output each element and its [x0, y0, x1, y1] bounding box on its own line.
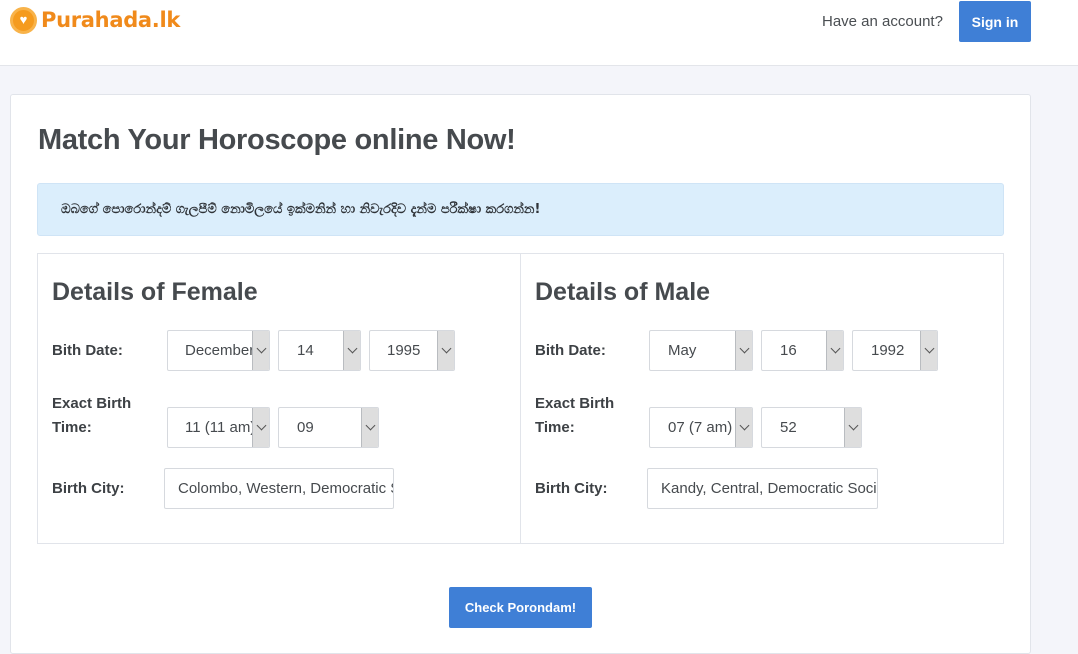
- male-year-select[interactable]: 1992: [852, 330, 938, 371]
- male-day-value: 16: [780, 342, 797, 359]
- female-hour-select[interactable]: 11 (11 am): [167, 407, 270, 448]
- top-navbar: ♥ Purahada.lk Have an account? Sign in: [0, 0, 1078, 66]
- female-birth-date-label: Bith Date:: [52, 342, 123, 359]
- male-year-value: 1992: [871, 342, 905, 359]
- chevron-down-icon: [252, 331, 269, 370]
- female-day-value: 14: [297, 342, 314, 359]
- female-month-select[interactable]: December: [167, 330, 270, 371]
- male-birth-city-input[interactable]: Kandy, Central, Democratic Socialist Rep…: [647, 468, 878, 509]
- male-hour-value: 07 (7 am): [668, 419, 733, 436]
- female-year-value: 1995: [387, 342, 421, 359]
- logo-text: Purahada.lk: [41, 8, 181, 32]
- sign-in-button[interactable]: Sign in: [959, 1, 1031, 42]
- male-month-value: May: [668, 342, 697, 359]
- info-alert: ඔබගේ පොරොන්දම් ගැලපීම් නොමිලයේ ඉක්මනින් …: [37, 183, 1004, 236]
- female-birth-city-label: Birth City:: [52, 480, 125, 497]
- female-birth-time-label-line1: Exact Birth: [52, 395, 132, 412]
- male-minute-select[interactable]: 52: [761, 407, 862, 448]
- chevron-down-icon: [920, 331, 937, 370]
- female-birth-time-label-line2: Time:: [52, 419, 92, 436]
- page-title: Match Your Horoscope online Now!: [38, 124, 516, 156]
- have-account-text: Have an account?: [822, 13, 943, 30]
- chevron-down-icon: [437, 331, 454, 370]
- male-details-panel: Details of Male Bith Date: May 16 1992 E…: [520, 253, 1004, 544]
- male-panel-title: Details of Male: [535, 278, 711, 306]
- female-year-select[interactable]: 1995: [369, 330, 455, 371]
- female-details-panel: Details of Female Bith Date: December 14…: [37, 253, 521, 544]
- male-minute-value: 52: [780, 419, 797, 436]
- male-hour-select[interactable]: 07 (7 am): [649, 407, 753, 448]
- alert-text: ඔබගේ පොරොන්දම් ගැලපීම් නොමිලයේ ඉක්මනින් …: [61, 202, 541, 217]
- check-porondam-button[interactable]: Check Porondam!: [449, 587, 592, 628]
- female-day-select[interactable]: 14: [278, 330, 361, 371]
- male-birth-time-label-line1: Exact Birth: [535, 395, 615, 412]
- female-hour-value: 11 (11 am): [185, 419, 256, 436]
- chevron-down-icon: [361, 408, 378, 447]
- site-logo[interactable]: ♥ Purahada.lk: [10, 5, 180, 35]
- chevron-down-icon: [826, 331, 843, 370]
- male-birth-time-label-line2: Time:: [535, 419, 575, 436]
- female-minute-value: 09: [297, 419, 314, 436]
- female-panel-title: Details of Female: [52, 278, 258, 306]
- chevron-down-icon: [735, 331, 752, 370]
- male-month-select[interactable]: May: [649, 330, 753, 371]
- male-day-select[interactable]: 16: [761, 330, 844, 371]
- female-minute-select[interactable]: 09: [278, 407, 379, 448]
- female-month-value: December: [185, 342, 255, 359]
- chevron-down-icon: [844, 408, 861, 447]
- chevron-down-icon: [343, 331, 360, 370]
- chevron-down-icon: [252, 408, 269, 447]
- male-birth-city-label: Birth City:: [535, 480, 608, 497]
- male-birth-date-label: Bith Date:: [535, 342, 606, 359]
- heart-sun-icon: ♥: [10, 6, 37, 34]
- female-birth-city-input[interactable]: Colombo, Western, Democratic Socialist R…: [164, 468, 394, 509]
- chevron-down-icon: [735, 408, 752, 447]
